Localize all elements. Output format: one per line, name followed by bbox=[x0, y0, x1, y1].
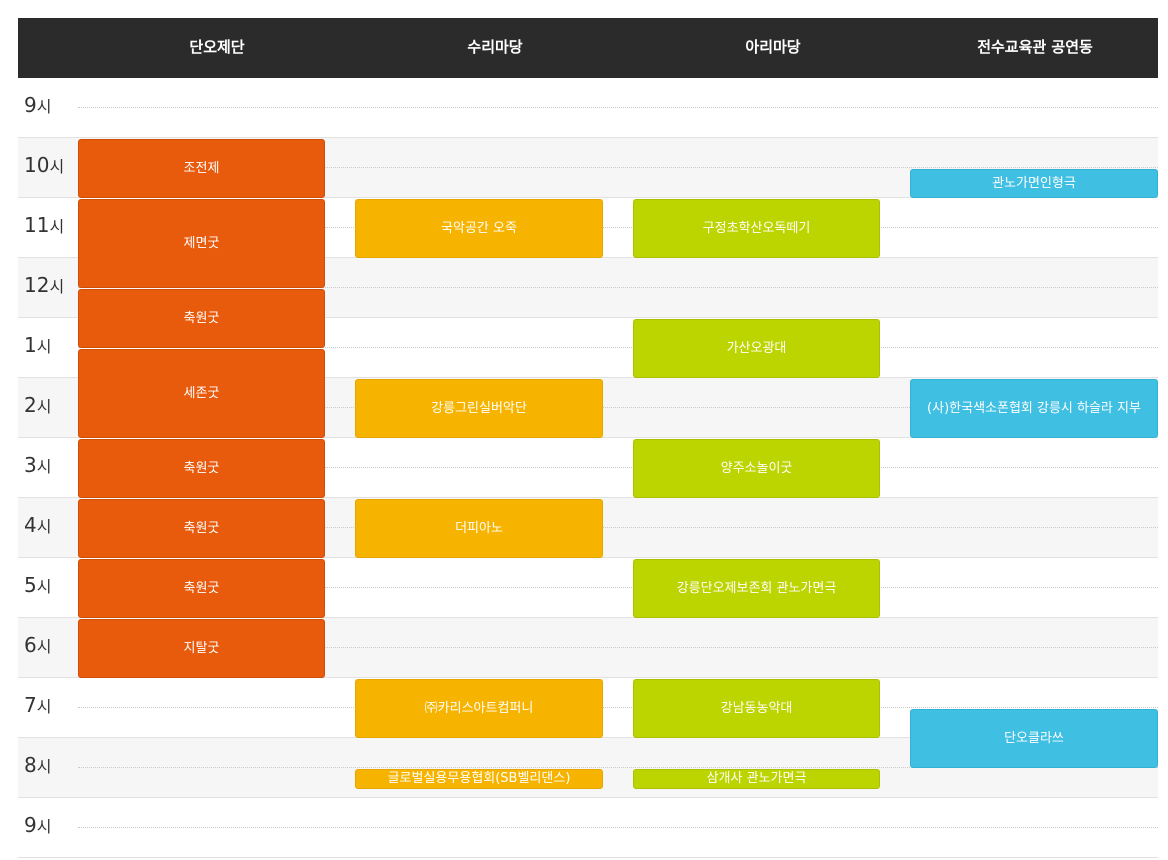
hour-label: 3시 bbox=[24, 453, 51, 477]
event-title: 양주소놀이굿 bbox=[720, 460, 793, 476]
event-block[interactable]: 강릉그린실버악단 bbox=[355, 379, 603, 438]
event-title: 축원굿 bbox=[183, 520, 220, 536]
hour-unit: 시 bbox=[36, 577, 52, 596]
event-title: (사)한국색소폰협회 강릉시 하슬라 지부 bbox=[927, 400, 1141, 416]
event-title: 강남동농악대 bbox=[720, 700, 793, 716]
event-title: 축원굿 bbox=[183, 310, 220, 326]
event-block[interactable]: 축원굿 bbox=[78, 559, 325, 618]
event-block[interactable]: (사)한국색소폰협회 강릉시 하슬라 지부 bbox=[910, 379, 1158, 438]
hour-label: 9시 bbox=[24, 813, 51, 837]
event-title: 글로벌실용무용협회(SB벨리댄스) bbox=[387, 771, 571, 786]
venue-header-dano-altar: 단오제단 bbox=[189, 38, 245, 56]
event-title: 단오클라쓰 bbox=[1004, 730, 1064, 746]
event-title: 구정초학산오독떼기 bbox=[702, 220, 811, 236]
venue-header-suri-madang: 수리마당 bbox=[467, 38, 523, 56]
hour-number: 4 bbox=[24, 513, 37, 537]
event-block[interactable]: 더피아노 bbox=[355, 499, 603, 558]
hour-number: 12 bbox=[24, 273, 50, 297]
hour-unit: 시 bbox=[36, 97, 52, 116]
hour-label: 7시 bbox=[24, 693, 51, 717]
hour-number: 3 bbox=[24, 453, 37, 477]
hour-label: 6시 bbox=[24, 633, 51, 657]
event-title: 축원굿 bbox=[183, 580, 220, 596]
hour-row: 9시 bbox=[18, 78, 1158, 138]
event-block[interactable]: 단오클라쓰 bbox=[910, 709, 1158, 768]
event-title: 조전제 bbox=[183, 160, 220, 176]
hour-label: 4시 bbox=[24, 513, 51, 537]
venue-header-ari-madang: 아리마당 bbox=[745, 38, 801, 56]
hour-divider bbox=[78, 707, 1158, 708]
venue-header-row: 단오제단 수리마당 아리마당 전수교육관 공연동 bbox=[18, 18, 1158, 78]
hour-label: 1시 bbox=[24, 333, 51, 357]
hour-unit: 시 bbox=[36, 637, 52, 656]
schedule-table: 단오제단 수리마당 아리마당 전수교육관 공연동 9시 10시 11시 12시 1시 2시… bbox=[18, 18, 1158, 860]
event-block[interactable]: 축원굿 bbox=[78, 499, 325, 558]
hour-number: 9 bbox=[24, 93, 37, 117]
event-title: 삼개사 관노가면극 bbox=[706, 771, 807, 786]
hour-number: 1 bbox=[24, 333, 37, 357]
hour-label: 8시 bbox=[24, 753, 51, 777]
event-title: 더피아노 bbox=[455, 520, 503, 536]
hour-label: 5시 bbox=[24, 573, 51, 597]
hour-number: 7 bbox=[24, 693, 37, 717]
event-block[interactable]: 가산오광대 bbox=[633, 319, 880, 378]
hour-label: 11시 bbox=[24, 213, 64, 237]
event-block[interactable]: 삼개사 관노가면극 bbox=[633, 769, 880, 789]
hour-number: 9 bbox=[24, 813, 37, 837]
event-block[interactable]: 관노가면인형극 bbox=[910, 169, 1158, 198]
hour-number: 10 bbox=[24, 153, 50, 177]
hour-unit: 시 bbox=[36, 517, 52, 536]
event-block[interactable]: 구정초학산오독떼기 bbox=[633, 199, 880, 258]
event-block[interactable]: 축원굿 bbox=[78, 439, 325, 498]
event-title: 관노가면인형극 bbox=[992, 175, 1076, 191]
hour-unit: 시 bbox=[49, 277, 65, 296]
event-title: 국악공간 오죽 bbox=[441, 220, 517, 236]
hour-label: 12시 bbox=[24, 273, 64, 297]
event-block[interactable]: 글로벌실용무용협회(SB벨리댄스) bbox=[355, 769, 603, 789]
hour-unit: 시 bbox=[49, 157, 65, 176]
event-title: 강릉단오제보존회 관노가면극 bbox=[676, 580, 837, 596]
hour-divider bbox=[78, 827, 1158, 828]
hour-number: 6 bbox=[24, 633, 37, 657]
event-block[interactable]: 축원굿 bbox=[78, 289, 325, 348]
hour-unit: 시 bbox=[36, 757, 52, 776]
event-title: 강릉그린실버악단 bbox=[431, 400, 527, 416]
hour-number: 8 bbox=[24, 753, 37, 777]
event-block[interactable]: 양주소놀이굿 bbox=[633, 439, 880, 498]
hour-label: 2시 bbox=[24, 393, 51, 417]
event-block[interactable]: 강릉단오제보존회 관노가면극 bbox=[633, 559, 880, 618]
event-title: 지탈굿 bbox=[183, 640, 220, 656]
hour-unit: 시 bbox=[49, 217, 65, 236]
venue-header-training-hall: 전수교육관 공연동 bbox=[977, 38, 1093, 56]
event-block[interactable]: 국악공간 오죽 bbox=[355, 199, 603, 258]
event-title: ㈜카리스아트컴퍼니 bbox=[424, 700, 534, 716]
event-block[interactable]: 지탈굿 bbox=[78, 619, 325, 678]
event-title: 세존굿 bbox=[183, 385, 220, 401]
hour-label: 9시 bbox=[24, 93, 51, 117]
event-block[interactable]: ㈜카리스아트컴퍼니 bbox=[355, 679, 603, 738]
hour-unit: 시 bbox=[36, 397, 52, 416]
hour-divider bbox=[78, 107, 1158, 108]
hour-unit: 시 bbox=[36, 457, 52, 476]
event-title: 제면굿 bbox=[183, 235, 220, 251]
event-block[interactable]: 강남동농악대 bbox=[633, 679, 880, 738]
hour-row: 9시 bbox=[18, 798, 1158, 858]
hour-number: 11 bbox=[24, 213, 50, 237]
event-block[interactable]: 세존굿 bbox=[78, 349, 325, 438]
hour-unit: 시 bbox=[36, 337, 52, 356]
hour-number: 5 bbox=[24, 573, 37, 597]
event-title: 축원굿 bbox=[183, 460, 220, 476]
event-title: 가산오광대 bbox=[726, 340, 787, 356]
hour-label: 10시 bbox=[24, 153, 64, 177]
hour-unit: 시 bbox=[36, 817, 52, 836]
hour-unit: 시 bbox=[36, 697, 52, 716]
hour-number: 2 bbox=[24, 393, 37, 417]
event-block[interactable]: 제면굿 bbox=[78, 199, 325, 288]
event-block[interactable]: 조전제 bbox=[78, 139, 325, 198]
